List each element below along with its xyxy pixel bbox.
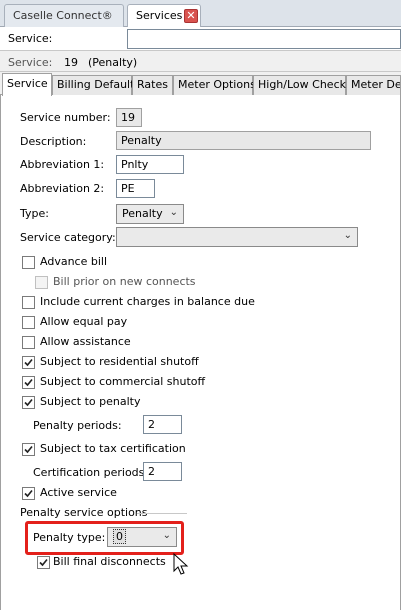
service-info-label: Service:	[8, 56, 53, 69]
certification-periods-field[interactable]: 2	[143, 462, 182, 481]
allow-assistance-checkbox[interactable]	[22, 336, 35, 349]
subject-to-penalty-label: Subject to penalty	[40, 395, 141, 408]
advance-bill-checkbox[interactable]	[22, 256, 35, 269]
description-field[interactable]: Penalty	[116, 131, 371, 150]
tab-billing-defaults[interactable]: Billing Defaults	[52, 75, 140, 95]
chevron-down-icon: ⌄	[343, 230, 352, 241]
service-tab-strip: Service Billing Defaults Rates Meter Opt…	[0, 73, 401, 96]
tab-meter-def[interactable]: Meter Def	[346, 75, 401, 95]
include-current-charges-checkbox[interactable]	[22, 296, 35, 309]
tax-certification-label: Subject to tax certification	[40, 442, 186, 455]
bill-prior-label: Bill prior on new connects	[53, 275, 196, 288]
service-number-label: Service number:	[20, 111, 111, 124]
include-current-charges-label: Include current charges in balance due	[40, 295, 255, 308]
active-service-checkbox[interactable]	[22, 487, 35, 500]
allow-equal-pay-label: Allow equal pay	[40, 315, 128, 328]
service-number-field[interactable]: 19	[116, 108, 142, 127]
bill-final-disconnects-label: Bill final disconnects	[53, 555, 166, 568]
checkmark-icon	[24, 378, 33, 387]
commercial-shutoff-label: Subject to commercial shutoff	[40, 375, 206, 388]
checkmark-icon	[24, 358, 33, 367]
document-tab-bar: Caselle Connect® Services ✕	[0, 0, 401, 28]
service-category-select[interactable]: ⌄	[116, 227, 358, 247]
tab-label: Services	[136, 9, 183, 22]
advance-bill-label: Advance bill	[40, 255, 107, 268]
type-select[interactable]: Penalty ⌄	[116, 204, 184, 224]
commercial-shutoff-checkbox[interactable]	[22, 376, 35, 389]
tax-certification-checkbox[interactable]	[22, 443, 35, 456]
service-info-name: (Penalty)	[88, 56, 138, 69]
active-service-label: Active service	[40, 486, 117, 499]
penalty-periods-field[interactable]: 2	[143, 415, 182, 434]
residential-shutoff-label: Subject to residential shutoff	[40, 355, 199, 368]
penalty-periods-label: Penalty periods:	[33, 419, 122, 432]
mouse-cursor-icon	[173, 553, 189, 575]
divider	[0, 71, 401, 72]
allow-assistance-label: Allow assistance	[40, 335, 131, 348]
service-tab-panel: Service number: 19 Description: Penalty …	[0, 95, 401, 610]
bill-final-disconnects-checkbox[interactable]	[37, 556, 50, 569]
subject-to-penalty-checkbox[interactable]	[22, 396, 35, 409]
service-info-number: 19	[64, 56, 78, 69]
service-search-label: Service:	[8, 32, 53, 45]
allow-equal-pay-checkbox[interactable]	[22, 316, 35, 329]
abbreviation-1-label: Abbreviation 1:	[20, 158, 105, 171]
service-category-label: Service category:	[20, 231, 116, 244]
checkmark-icon	[39, 558, 48, 567]
chevron-down-icon: ⌄	[162, 530, 171, 541]
service-info-bar: Service: 19 (Penalty)	[0, 51, 401, 73]
chevron-down-icon: ⌄	[169, 207, 178, 218]
abbreviation-2-label: Abbreviation 2:	[20, 182, 105, 195]
group-divider	[137, 513, 187, 514]
tab-label: Caselle Connect®	[13, 9, 113, 22]
checkmark-icon	[24, 398, 33, 407]
penalty-type-label: Penalty type:	[33, 531, 106, 544]
penalty-type-value: 0	[113, 529, 126, 544]
bill-prior-checkbox[interactable]	[35, 276, 48, 289]
service-search-input[interactable]	[127, 29, 401, 49]
tab-high-low-checks[interactable]: High/Low Checks	[253, 75, 352, 95]
penalty-type-select[interactable]: 0 ⌄	[107, 527, 177, 547]
checkmark-icon	[24, 445, 33, 454]
service-search-row: Service:	[0, 27, 401, 51]
tab-rates[interactable]: Rates	[132, 75, 173, 95]
abbreviation-1-field[interactable]: Pnlty	[116, 155, 184, 174]
certification-periods-label: Certification periods:	[33, 466, 149, 479]
tab-service[interactable]: Service	[2, 73, 52, 96]
tab-meter-options[interactable]: Meter Options	[173, 75, 256, 95]
description-label: Description:	[20, 135, 87, 148]
tab-services[interactable]: Services ✕	[127, 4, 201, 28]
residential-shutoff-checkbox[interactable]	[22, 356, 35, 369]
abbreviation-2-field[interactable]: PE	[116, 179, 155, 198]
close-icon[interactable]: ✕	[184, 9, 198, 23]
tab-caselle-connect[interactable]: Caselle Connect®	[4, 4, 124, 27]
penalty-service-options-heading: Penalty service options	[20, 506, 148, 519]
checkmark-icon	[24, 489, 33, 498]
type-select-value: Penalty	[122, 207, 163, 220]
type-label: Type:	[20, 207, 49, 220]
